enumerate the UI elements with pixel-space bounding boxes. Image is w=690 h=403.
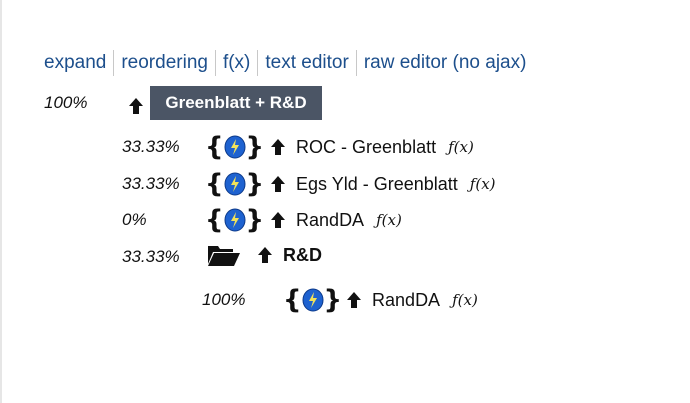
item-weight: 33.33%	[122, 247, 180, 266]
close-brace-glyph: }	[245, 205, 265, 235]
tab-raw-editor[interactable]: raw editor (no ajax)	[364, 50, 527, 76]
item-label[interactable]: RandDA	[372, 290, 440, 311]
tab-expand[interactable]: expand	[44, 50, 106, 76]
tab-divider	[214, 50, 216, 76]
up-arrow-icon[interactable]	[346, 291, 362, 309]
item-label[interactable]: ROC - Greenblatt	[296, 137, 436, 158]
tab-text-editor[interactable]: text editor	[265, 50, 348, 76]
child-weight: 100%	[202, 290, 246, 309]
item-label[interactable]: RandDA	[296, 210, 364, 231]
item-weight: 33.33%	[122, 137, 180, 156]
config-icon[interactable]: { }	[205, 132, 264, 162]
root-node[interactable]: Greenblatt + R&D	[150, 86, 322, 120]
up-arrow-icon[interactable]	[257, 246, 273, 264]
fx-link[interactable]: ƒ(x)	[452, 291, 478, 309]
root-node-label: Greenblatt + R&D	[165, 93, 307, 112]
open-brace-glyph: {	[205, 169, 224, 199]
up-arrow-icon[interactable]	[270, 138, 286, 156]
editor-tabs: expand reordering f(x) text editor raw e…	[44, 50, 526, 76]
config-icon[interactable]: { }	[205, 205, 264, 235]
up-arrow-icon[interactable]	[128, 97, 144, 115]
up-arrow-icon[interactable]	[270, 211, 286, 229]
tree-row-child-randda: { } RandDA ƒ(x)	[283, 285, 478, 315]
orb-icon	[302, 288, 324, 312]
tab-reordering[interactable]: reordering	[121, 50, 208, 76]
up-arrow-icon[interactable]	[270, 175, 286, 193]
item-weight: 33.33%	[122, 174, 180, 193]
fx-link[interactable]: ƒ(x)	[376, 211, 402, 229]
folder-label[interactable]: R&D	[283, 245, 322, 266]
tab-divider	[355, 50, 357, 76]
open-brace-glyph: {	[205, 132, 224, 162]
close-brace-glyph: }	[245, 132, 265, 162]
root-weight: 100%	[44, 93, 88, 112]
close-brace-glyph: }	[323, 285, 343, 315]
config-icon[interactable]: { }	[283, 285, 342, 315]
tree-row-roc-greenblatt: { } ROC - Greenblatt ƒ(x)	[205, 132, 474, 162]
orb-icon	[224, 172, 246, 196]
tab-divider	[257, 50, 259, 76]
tab-divider	[113, 50, 115, 76]
config-icon[interactable]: { }	[205, 169, 264, 199]
tab-fx[interactable]: f(x)	[223, 50, 250, 76]
tree-row-randda: { } RandDA ƒ(x)	[205, 205, 402, 235]
tree-row-egs-yld-greenblatt: { } Egs Yld - Greenblatt ƒ(x)	[205, 169, 496, 199]
open-brace-glyph: {	[283, 285, 302, 315]
item-weight: 0%	[122, 210, 147, 229]
orb-icon	[224, 208, 246, 232]
item-label[interactable]: Egs Yld - Greenblatt	[296, 174, 458, 195]
open-brace-glyph: {	[205, 205, 224, 235]
fx-link[interactable]: ƒ(x)	[448, 138, 474, 156]
close-brace-glyph: }	[245, 169, 265, 199]
orb-icon	[224, 135, 246, 159]
left-border	[0, 0, 2, 403]
tree-row-rnd-folder: R&D	[207, 242, 322, 268]
open-folder-icon[interactable]	[207, 242, 241, 268]
fx-link[interactable]: ƒ(x)	[470, 175, 496, 193]
